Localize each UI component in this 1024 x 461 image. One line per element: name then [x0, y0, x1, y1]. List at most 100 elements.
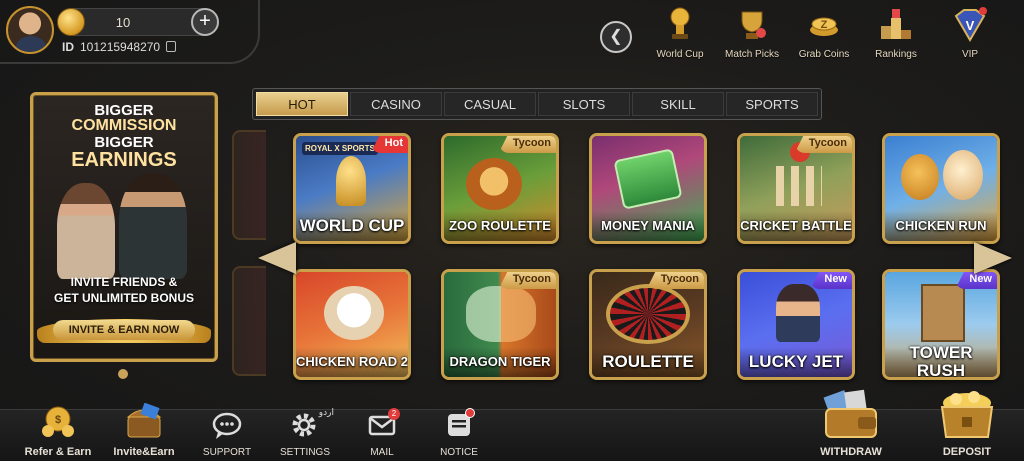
balance-box: 10 +: [57, 8, 219, 36]
bottom-nav-withdraw[interactable]: WITHDRAW: [808, 389, 894, 458]
tycoon-badge: Tycoon: [498, 272, 556, 289]
urdu-language-label: اردو: [318, 408, 334, 418]
user-id-label: ID: [62, 40, 74, 54]
bottom-nav-notice[interactable]: NOTICE: [428, 408, 490, 458]
tab-slots[interactable]: SLOTS: [538, 92, 630, 116]
bottom-nav-deposit[interactable]: DEPOSIT: [924, 389, 1010, 458]
copy-icon[interactable]: [166, 41, 177, 52]
promo-woman-image: [57, 183, 115, 279]
tab-casual[interactable]: CASUAL: [444, 92, 536, 116]
grab-coins-icon: Z: [810, 17, 838, 36]
scroll-right-arrow[interactable]: [974, 242, 1012, 274]
chicken-image: [324, 286, 384, 340]
bottom-nav-settings[interactable]: اردو SETTINGS: [274, 408, 336, 458]
game-title: CHICKEN ROAD 2: [296, 347, 408, 377]
promo-subtitle: INVITE FRIENDS & GET UNLIMITED BONUS: [33, 275, 215, 306]
previous-card-peek: [232, 130, 266, 240]
deposit-chest-icon: [940, 391, 994, 438]
game-card-dragon-tiger[interactable]: Tycoon DRAGON TIGER: [441, 269, 559, 380]
game-card-zoo-roulette[interactable]: Tycoon ZOO ROULETTE: [441, 133, 559, 244]
svg-text:$: $: [55, 414, 61, 426]
promo-line: COMMISSION: [71, 117, 177, 135]
tab-skill[interactable]: SKILL: [632, 92, 724, 116]
tycoon-badge: Tycoon: [794, 136, 852, 153]
promo-title: BIGGER COMMISSION BIGGER EARNINGS: [33, 102, 215, 171]
bottom-nav-label: Invite&Earn: [113, 446, 175, 458]
support-chat-icon: [212, 412, 242, 439]
scroll-left-arrow[interactable]: [258, 242, 296, 274]
tab-hot[interactable]: HOT: [256, 92, 348, 116]
bottom-nav-label: DEPOSIT: [942, 446, 992, 458]
svg-text:Z: Z: [821, 19, 828, 31]
game-title: DRAGON TIGER: [444, 347, 556, 377]
invite-promo-banner[interactable]: BIGGER COMMISSION BIGGER EARNINGS INVITE…: [30, 92, 218, 362]
back-button[interactable]: ❮: [600, 21, 632, 53]
bottom-nav-label: SETTINGS: [279, 447, 330, 458]
top-nav-label: World Cup: [656, 49, 704, 60]
game-card-chicken-run[interactable]: CHICKEN RUN: [882, 133, 1000, 244]
top-nav-grab-coins[interactable]: Z Grab Coins: [788, 6, 860, 62]
game-card-lucky-jet[interactable]: New LUCKY JET: [737, 269, 855, 380]
match-picks-icon: [741, 11, 766, 39]
chicken-image: [901, 154, 939, 200]
previous-card-peek: [232, 266, 266, 376]
bottom-nav-label: Refer & Earn: [24, 446, 92, 458]
carousel-dot[interactable]: [118, 369, 128, 379]
svg-text:V: V: [966, 18, 975, 33]
promo-sub-line: INVITE FRIENDS &: [70, 275, 178, 289]
jet-pilot-image: [776, 284, 820, 342]
bottom-nav-support[interactable]: SUPPORT: [196, 412, 258, 458]
bottom-nav-invite-earn[interactable]: Invite&Earn: [106, 402, 182, 458]
game-title: CRICKET BATTLE: [740, 211, 852, 241]
bottom-nav-label: MAIL: [370, 447, 394, 458]
add-funds-button[interactable]: +: [191, 8, 219, 36]
invite-earn-now-button[interactable]: INVITE & EARN NOW: [53, 320, 195, 340]
tycoon-badge: Tycoon: [646, 272, 704, 289]
game-card-tower-rush[interactable]: New TOWER RUSH: [882, 269, 1000, 380]
tab-sports[interactable]: SPORTS: [726, 92, 818, 116]
bottom-nav-mail[interactable]: 2 MAIL: [352, 408, 412, 458]
chicken-image: [943, 150, 983, 200]
promo-man-image: [119, 173, 187, 279]
cricket-stumps-image: [776, 166, 822, 206]
bottom-nav-label: NOTICE: [440, 447, 478, 458]
top-nav-label: Grab Coins: [798, 49, 850, 60]
notice-alert-dot: [465, 408, 475, 418]
avatar[interactable]: [6, 6, 54, 54]
top-nav-label: Rankings: [875, 49, 917, 60]
refer-earn-icon: $: [42, 406, 74, 437]
top-nav-rankings[interactable]: Rankings: [860, 6, 932, 62]
top-nav-vip[interactable]: V VIP: [934, 6, 1006, 62]
bottom-nav-refer-earn[interactable]: $ Refer & Earn: [22, 405, 94, 458]
tab-casino[interactable]: CASINO: [350, 92, 442, 116]
game-title: ZOO ROULETTE: [444, 211, 556, 241]
game-card-world-cup[interactable]: ROYAL X SPORTS Hot WORLD CUP: [293, 133, 411, 244]
game-title: ROULETTE: [592, 347, 704, 377]
balance-amount: 10: [115, 15, 131, 30]
tycoon-badge: Tycoon: [498, 136, 556, 153]
top-nav-match-picks[interactable]: Match Picks: [716, 6, 788, 62]
user-id-row: ID 101215948270: [62, 40, 177, 54]
tower-image: [921, 284, 965, 342]
trophy-image: [336, 156, 366, 206]
promo-line: BIGGER: [94, 133, 154, 151]
promo-line: BIGGER: [94, 102, 154, 119]
game-title: WORLD CUP: [296, 211, 408, 241]
withdraw-wallet-icon: [823, 389, 877, 438]
profile-panel: 10 + ID 101215948270: [4, 4, 244, 60]
bottom-nav-label: WITHDRAW: [820, 446, 882, 458]
top-nav-world-cup[interactable]: World Cup: [644, 6, 716, 62]
dragon-tiger-image: [466, 286, 536, 342]
game-card-cricket-battle[interactable]: Tycoon CRICKET BATTLE: [737, 133, 855, 244]
royal-x-sports-logo: ROYAL X SPORTS: [302, 142, 378, 155]
game-card-money-mania[interactable]: MONEY MANIA: [589, 133, 707, 244]
bottom-nav-label: SUPPORT: [202, 447, 252, 458]
promo-sub-line: GET UNLIMITED BONUS: [54, 290, 194, 305]
category-tabs: HOT CASINO CASUAL SLOTS SKILL SPORTS: [252, 88, 822, 120]
game-card-roulette[interactable]: Tycoon ROULETTE: [589, 269, 707, 380]
invite-chest-icon: [126, 402, 162, 438]
user-id-value: 101215948270: [80, 40, 161, 54]
game-card-chicken-road-2[interactable]: CHICKEN ROAD 2: [293, 269, 411, 380]
game-title: CHICKEN RUN: [885, 211, 997, 241]
settings-gear-icon: [292, 413, 316, 437]
